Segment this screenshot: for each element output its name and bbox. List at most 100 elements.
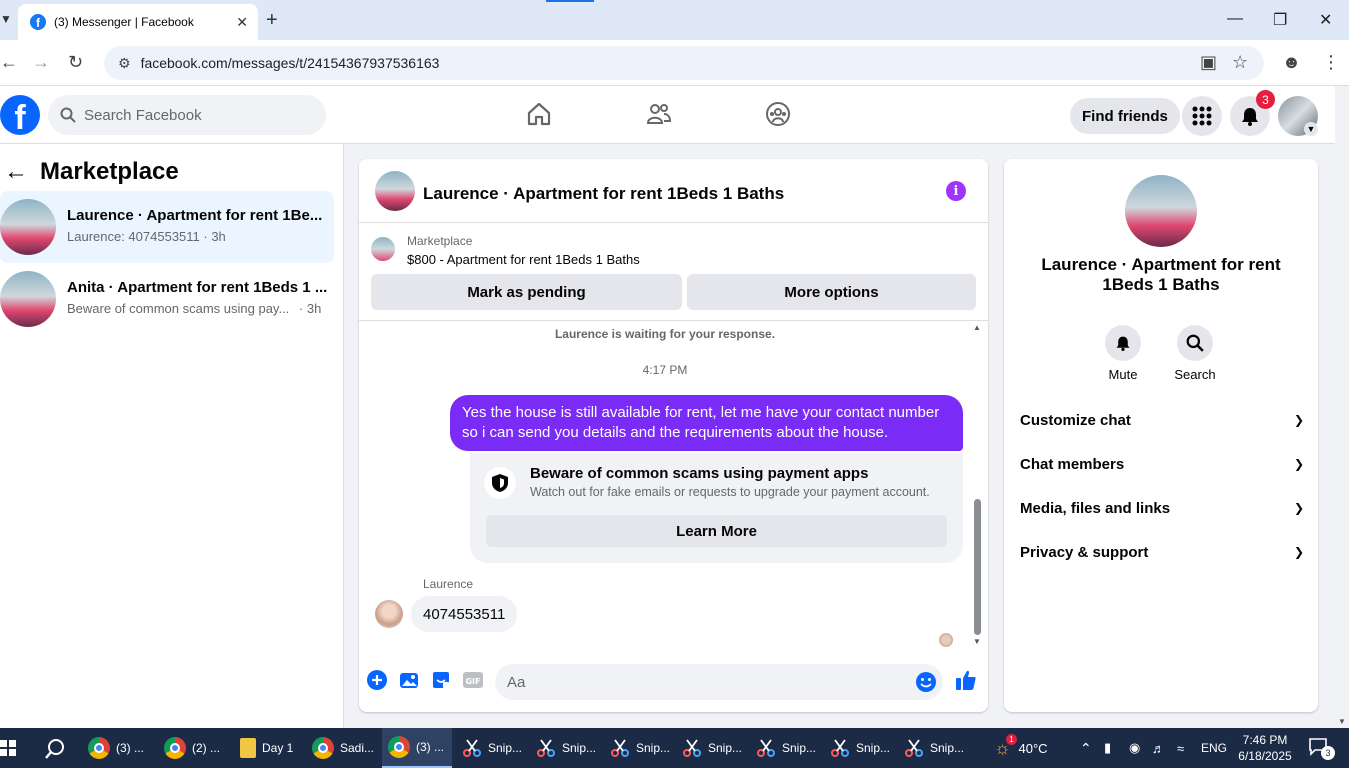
chat-title[interactable]: Laurence · Apartment for rent 1Beds 1 Ba… — [423, 184, 784, 204]
scam-warning-text: Watch out for fake emails or requests to… — [530, 485, 930, 499]
find-friends-button[interactable]: Find friends — [1070, 98, 1180, 134]
browser-toolbar: ← → ↻ ⚙ facebook.com/messages/t/24154367… — [0, 40, 1349, 86]
reload-icon[interactable]: ↻ — [68, 52, 83, 73]
facebook-logo-icon[interactable]: f — [0, 95, 40, 135]
chat-members-row[interactable]: Chat members ❯ — [1020, 442, 1304, 486]
weather-widget[interactable]: ☼ 1 40°C — [994, 728, 1048, 768]
scissors-icon — [757, 739, 775, 757]
taskbar-snip-5[interactable]: Snip... — [756, 728, 816, 768]
info-icon[interactable]: i — [946, 181, 966, 201]
search-conversation-button[interactable]: Search — [1165, 325, 1225, 382]
sticker-icon[interactable] — [431, 670, 451, 690]
taskbar-snip-3[interactable]: Snip... — [610, 728, 670, 768]
scroll-down-icon[interactable]: ▼ — [973, 637, 981, 646]
contact-avatar[interactable] — [1125, 175, 1197, 247]
chat-avatar[interactable] — [375, 171, 415, 211]
volume-icon[interactable]: ♬ — [1152, 728, 1165, 768]
taskbar-snip-7[interactable]: Snip... — [904, 728, 964, 768]
scroll-up-icon[interactable]: ▲ — [973, 323, 981, 332]
browser-tab-messenger[interactable]: f (3) Messenger | Facebook ✕ — [18, 4, 258, 40]
row-label: Privacy & support — [1020, 543, 1149, 561]
chat-info-panel: Laurence · Apartment for rent 1Beds 1 Ba… — [1004, 159, 1318, 712]
taskbar-snip-1[interactable]: Snip... — [462, 728, 522, 768]
show-hidden-icons-icon[interactable]: ⌃ — [1080, 728, 1092, 768]
windows-start-icon[interactable] — [0, 740, 16, 756]
listing-thumbnail[interactable] — [371, 237, 395, 261]
window-close-icon[interactable]: ✕ — [1319, 10, 1332, 30]
scroll-down-icon[interactable]: ▼ — [1338, 717, 1346, 726]
install-app-icon[interactable]: ▣ — [1200, 52, 1217, 73]
account-chevron-icon[interactable]: ▼ — [1304, 122, 1318, 136]
emoji-icon[interactable] — [915, 671, 937, 693]
plus-circle-icon[interactable] — [367, 670, 387, 690]
conversation-item-laurence[interactable]: Laurence · Apartment for rent 1Be... Lau… — [0, 191, 334, 263]
tab-close-icon[interactable]: ✕ — [236, 14, 248, 31]
message-list[interactable]: Laurence is waiting for your response. 4… — [359, 321, 988, 653]
menu-grid-button[interactable] — [1182, 96, 1222, 136]
groups-icon[interactable] — [765, 101, 791, 127]
taskbar-clock[interactable]: 7:46 PM 6/18/2025 — [1236, 732, 1294, 764]
message-scrollbar[interactable] — [974, 499, 981, 635]
taskbar-search-icon[interactable] — [44, 738, 66, 760]
tab-search-chevron-icon[interactable]: ▼ — [0, 12, 12, 26]
search-label: Search — [1174, 367, 1216, 382]
page-scrollbar[interactable]: ▼ — [1335, 144, 1349, 728]
listing-title[interactable]: $800 - Apartment for rent 1Beds 1 Baths — [407, 252, 640, 267]
new-tab-icon[interactable]: + — [266, 9, 278, 32]
marketplace-sidebar: ← Marketplace Laurence · Apartment for r… — [0, 144, 344, 728]
camera-icon[interactable]: ◉ — [1129, 728, 1140, 768]
taskbar-snip-4[interactable]: Snip... — [682, 728, 742, 768]
language-indicator[interactable]: ENG — [1201, 728, 1227, 768]
message-timestamp: 4:17 PM — [642, 363, 688, 377]
conversation-avatar — [0, 199, 56, 255]
outgoing-message: Yes the house is still available for ren… — [450, 395, 963, 451]
site-settings-icon[interactable]: ⚙ — [118, 55, 131, 72]
taskbar-chrome-2[interactable]: (2) ... — [164, 728, 220, 768]
minimize-icon[interactable]: — — [1227, 10, 1243, 28]
bookmark-star-icon[interactable]: ☆ — [1232, 52, 1248, 73]
taskbar-snip-6[interactable]: Snip... — [830, 728, 890, 768]
notification-center-button[interactable]: 3 — [1309, 738, 1335, 760]
wifi-icon[interactable]: ≈ — [1177, 728, 1184, 768]
media-files-links-row[interactable]: Media, files and links ❯ — [1020, 486, 1304, 530]
more-options-button[interactable]: More options — [687, 274, 976, 310]
grid-icon — [1192, 106, 1212, 126]
taskbar-chrome-active[interactable]: (3) ... — [382, 728, 452, 768]
taskbar-label: (2) ... — [192, 741, 221, 755]
conversation-item-anita[interactable]: Anita · Apartment for rent 1Beds 1 ... B… — [0, 263, 334, 335]
chat-panel: Laurence · Apartment for rent 1Beds 1 Ba… — [359, 159, 988, 712]
thumbs-up-icon[interactable] — [955, 669, 977, 691]
mark-as-pending-button[interactable]: Mark as pending — [371, 274, 682, 310]
friends-icon[interactable] — [646, 101, 672, 127]
gif-icon[interactable]: GIF — [463, 670, 483, 690]
taskbar-chrome-1[interactable]: (3) ... — [88, 728, 144, 768]
clock-date: 6/18/2025 — [1238, 749, 1292, 763]
photo-icon[interactable] — [399, 670, 419, 690]
taskbar-folder[interactable]: Day 1 — [240, 728, 293, 768]
forward-icon[interactable]: → — [32, 52, 50, 73]
scam-warning-title: Beware of common scams using payment app… — [530, 465, 869, 482]
mute-button[interactable]: Mute — [1093, 325, 1153, 382]
customize-chat-row[interactable]: Customize chat ❯ — [1020, 398, 1304, 442]
learn-more-button[interactable]: Learn More — [486, 515, 947, 547]
address-bar[interactable]: ⚙ facebook.com/messages/t/24154367937536… — [104, 46, 1264, 80]
facebook-search-input[interactable]: Search Facebook — [48, 95, 326, 135]
sender-avatar[interactable] — [375, 600, 403, 628]
taskbar-chrome-3[interactable]: Sadi... — [312, 728, 374, 768]
taskbar-snip-2[interactable]: Snip... — [536, 728, 596, 768]
message-input[interactable]: Aa — [495, 664, 943, 700]
battery-icon[interactable]: ▮ — [1104, 728, 1111, 768]
waiting-notice: Laurence is waiting for your response. — [554, 327, 776, 341]
listing-label: Marketplace — [407, 234, 473, 248]
profile-icon[interactable]: ☻ — [1282, 52, 1301, 73]
back-icon[interactable]: ← — [0, 52, 18, 73]
home-icon[interactable] — [526, 101, 552, 127]
scissors-icon — [683, 739, 701, 757]
browser-menu-icon[interactable]: ⋮ — [1322, 52, 1340, 73]
maximize-icon[interactable]: ❐ — [1273, 10, 1287, 30]
chrome-icon — [388, 736, 410, 758]
back-arrow-icon[interactable]: ← — [4, 158, 28, 186]
weather-temp: 40°C — [1018, 740, 1048, 756]
shield-icon — [484, 467, 516, 499]
privacy-support-row[interactable]: Privacy & support ❯ — [1020, 530, 1304, 574]
